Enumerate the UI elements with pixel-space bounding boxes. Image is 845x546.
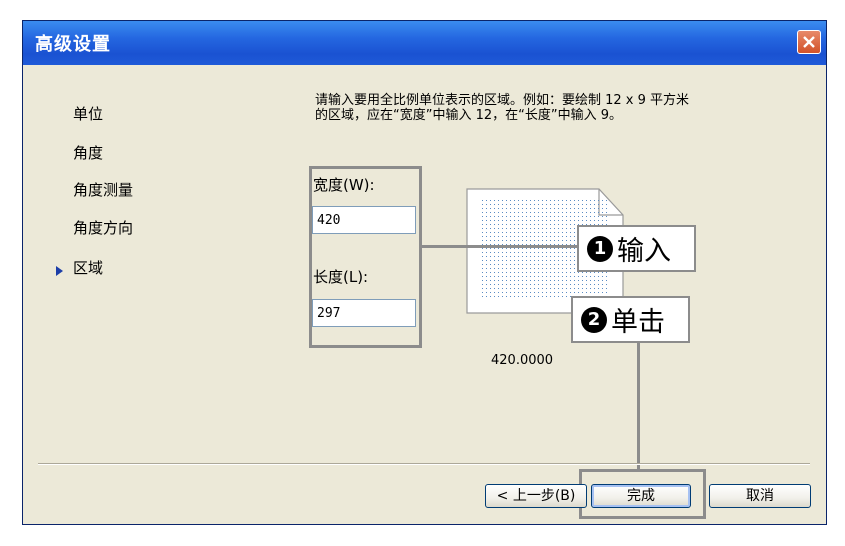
callout-step-2: 2 单击	[571, 296, 690, 343]
nav-item-units[interactable]: 单位	[73, 103, 103, 124]
callout-connector-1	[422, 245, 579, 248]
nav-item-area[interactable]: 区域	[73, 257, 103, 278]
width-label: 宽度(W):	[313, 176, 375, 194]
width-input[interactable]	[312, 206, 416, 234]
step-1-number-badge: 1	[587, 235, 613, 262]
step-2-number-badge: 2	[581, 306, 607, 333]
callout-connector-2	[637, 333, 640, 469]
step-1-label: 输入	[617, 236, 671, 267]
dialog-separator	[38, 463, 810, 465]
cancel-button[interactable]: 取消	[709, 484, 811, 508]
length-label: 长度(L):	[313, 268, 369, 286]
length-input[interactable]	[312, 299, 416, 327]
advanced-setup-dialog: 高级设置 单位 角度 角度测量 角度方向 区域 请输入要用全比例单位表示的区域。…	[22, 20, 827, 525]
nav-item-angle-measure[interactable]: 角度测量	[73, 179, 133, 200]
close-button[interactable]	[797, 30, 821, 54]
title-bar[interactable]: 高级设置	[23, 21, 826, 65]
area-instruction: 请输入要用全比例单位表示的区域。例如：要绘制 12 x 9 平方米的区域，应在“…	[315, 93, 690, 123]
nav-item-angle[interactable]: 角度	[73, 142, 103, 163]
triangle-right-icon	[56, 266, 63, 276]
nav-item-angle-direction[interactable]: 角度方向	[73, 217, 133, 238]
close-icon	[803, 36, 815, 48]
step-2-label: 单击	[611, 307, 665, 338]
back-button[interactable]: < 上一步(B)	[485, 484, 587, 508]
preview-value: 420.0000	[491, 353, 554, 368]
finish-button[interactable]: 完成	[591, 484, 691, 508]
callout-step-1: 1 输入	[577, 225, 696, 272]
dialog-title: 高级设置	[35, 34, 111, 55]
